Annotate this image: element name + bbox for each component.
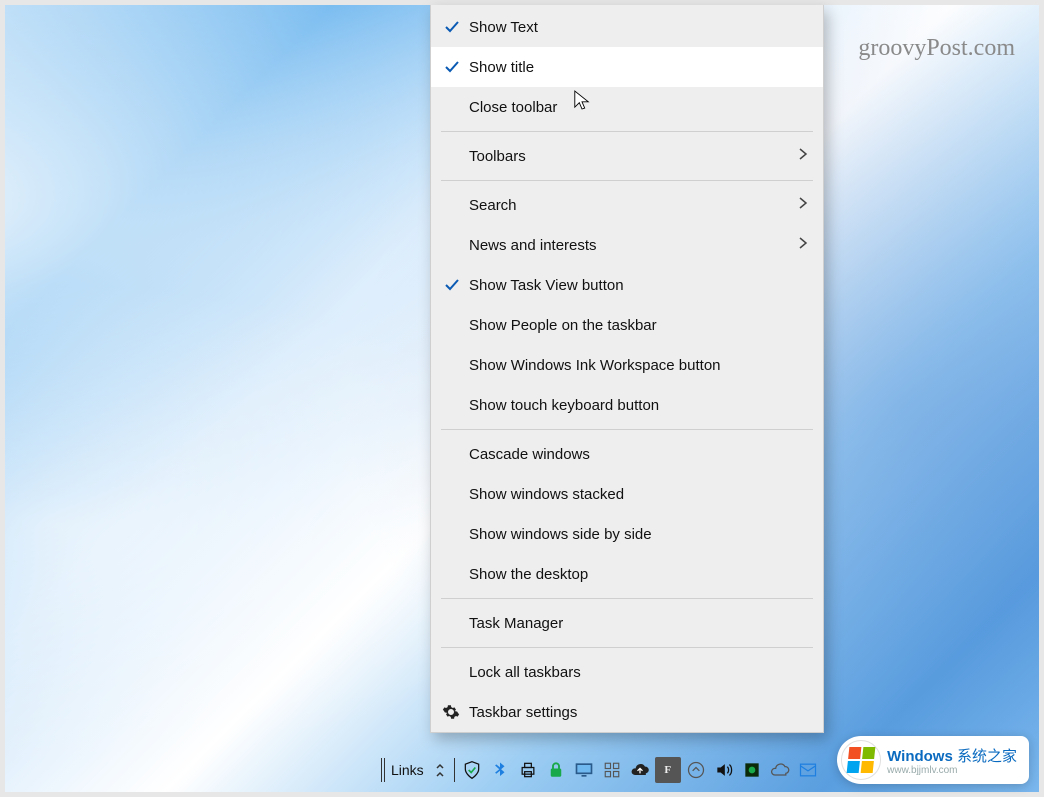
menu-item-toolbars[interactable]: Toolbars xyxy=(431,136,823,176)
menu-item-label: News and interests xyxy=(469,237,597,254)
menu-item-show-task-view-button[interactable]: Show Task View button xyxy=(431,265,823,305)
printer-icon[interactable] xyxy=(515,757,541,783)
menu-separator xyxy=(441,429,813,430)
menu-item-label: Show People on the taskbar xyxy=(469,317,657,334)
toolbar-grip-icon[interactable] xyxy=(381,758,385,782)
menu-item-label: Show windows side by side xyxy=(469,526,652,543)
volume-icon[interactable] xyxy=(711,757,737,783)
menu-item-label: Lock all taskbars xyxy=(469,664,581,681)
menu-item-label: Show touch keyboard button xyxy=(469,397,659,414)
menu-separator xyxy=(441,131,813,132)
menu-item-taskbar-settings[interactable]: Taskbar settings xyxy=(431,692,823,732)
menu-item-label: Close toolbar xyxy=(469,99,557,116)
desktop[interactable]: groovyPost.com Show Text Show title Close … xyxy=(0,0,1044,797)
chevron-right-icon xyxy=(797,235,809,255)
gpu-icon[interactable] xyxy=(739,757,765,783)
menu-separator xyxy=(441,180,813,181)
menu-item-show-touch-keyboard-button[interactable]: Show touch keyboard button xyxy=(431,385,823,425)
check-icon xyxy=(443,276,461,294)
menu-item-cascade-windows[interactable]: Cascade windows xyxy=(431,434,823,474)
lock-icon[interactable] xyxy=(543,757,569,783)
menu-item-label: Show Task View button xyxy=(469,277,624,294)
links-toolbar-chevron-icon[interactable] xyxy=(432,762,450,778)
chevron-right-icon xyxy=(797,146,809,166)
watermark-brand-suffix: 系统之家 xyxy=(953,748,1017,765)
watermark-bottom: Windows 系统之家 www.bjjmlv.com xyxy=(837,736,1029,784)
menu-item-label: Show Windows Ink Workspace button xyxy=(469,357,721,374)
menu-item-news-and-interests[interactable]: News and interests xyxy=(431,225,823,265)
gear-icon xyxy=(441,702,461,722)
chevron-right-icon xyxy=(797,195,809,215)
menu-item-task-manager[interactable]: Task Manager xyxy=(431,603,823,643)
menu-item-show-title[interactable]: Show title xyxy=(431,47,823,87)
menu-item-label: Taskbar settings xyxy=(469,704,577,721)
menu-item-label: Show windows stacked xyxy=(469,486,624,503)
menu-item-label: Show title xyxy=(469,59,534,76)
menu-item-show-people-on-the-taskbar[interactable]: Show People on the taskbar xyxy=(431,305,823,345)
mail-icon[interactable] xyxy=(795,757,821,783)
taskbar-context-menu[interactable]: Show Text Show title Close toolbar Toolbars… xyxy=(430,5,824,733)
menu-item-show-the-desktop[interactable]: Show the desktop xyxy=(431,554,823,594)
menu-item-show-windows-ink-workspace-button[interactable]: Show Windows Ink Workspace button xyxy=(431,345,823,385)
menu-item-search[interactable]: Search xyxy=(431,185,823,225)
menu-separator xyxy=(441,598,813,599)
menu-item-show-text[interactable]: Show Text xyxy=(431,7,823,47)
menu-item-label: Task Manager xyxy=(469,615,563,632)
cloud-sync-icon[interactable] xyxy=(627,757,653,783)
menu-item-show-windows-stacked[interactable]: Show windows stacked xyxy=(431,474,823,514)
menu-item-label: Cascade windows xyxy=(469,446,590,463)
f-app-icon[interactable]: F xyxy=(655,757,681,783)
links-toolbar-label[interactable]: Links xyxy=(387,762,430,778)
menu-item-label: Search xyxy=(469,197,517,214)
watermark-url: www.bjjmlv.com xyxy=(887,766,1017,776)
menu-item-close-toolbar[interactable]: Close toolbar xyxy=(431,87,823,127)
menu-item-label: Show Text xyxy=(469,19,538,36)
grid-app-icon[interactable] xyxy=(599,757,625,783)
onedrive-icon[interactable] xyxy=(767,757,793,783)
check-icon xyxy=(443,18,461,36)
menu-item-lock-all-taskbars[interactable]: Lock all taskbars xyxy=(431,652,823,692)
display-icon[interactable] xyxy=(571,757,597,783)
circle-up-icon[interactable] xyxy=(683,757,709,783)
check-icon xyxy=(443,58,461,76)
watermark-top: groovyPost.com xyxy=(858,35,1015,62)
menu-item-label: Show the desktop xyxy=(469,566,588,583)
menu-item-label: Toolbars xyxy=(469,148,526,165)
watermark-brand: Windows xyxy=(887,748,953,765)
menu-item-show-windows-side-by-side[interactable]: Show windows side by side xyxy=(431,514,823,554)
tray-divider xyxy=(454,758,455,782)
system-tray[interactable]: Links F xyxy=(381,752,821,788)
windows-logo-icon xyxy=(841,740,881,780)
menu-separator xyxy=(441,647,813,648)
bluetooth-icon[interactable] xyxy=(487,757,513,783)
security-shield-icon[interactable] xyxy=(459,757,485,783)
